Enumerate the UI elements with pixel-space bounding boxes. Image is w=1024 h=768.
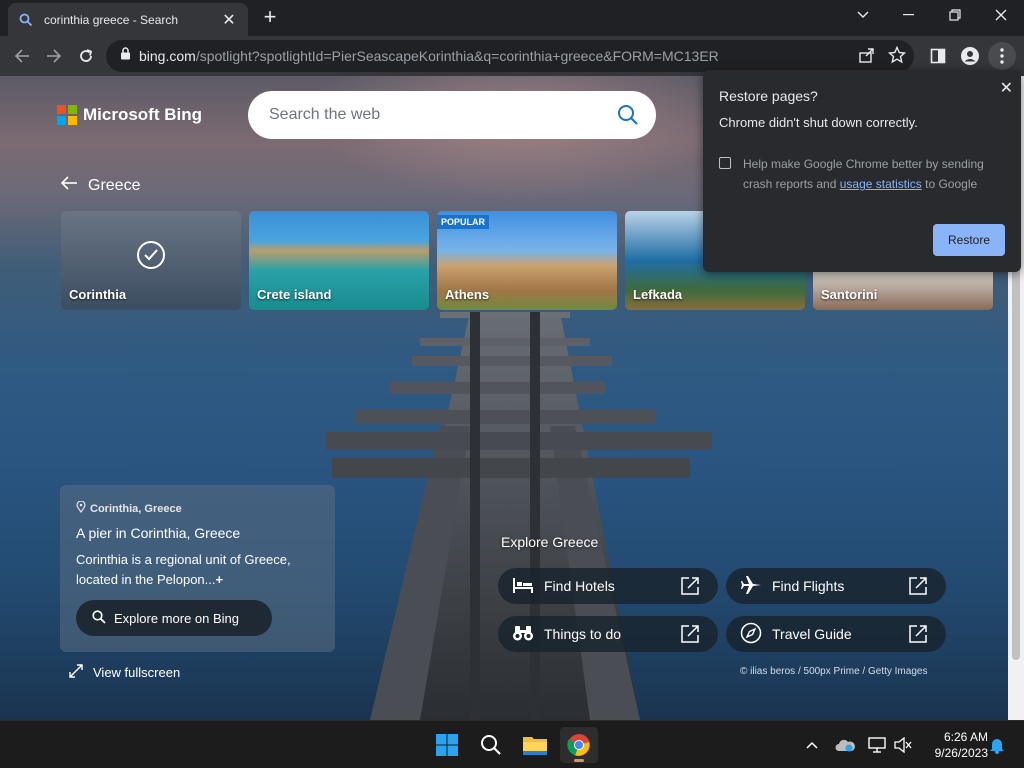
location-row: Corinthia, Greece: [76, 500, 319, 516]
clock[interactable]: 6:26 AM 9/26/2023: [918, 729, 988, 761]
card-label: Santorini: [821, 287, 878, 302]
clock-date: 9/26/2023: [934, 746, 988, 760]
card-label: Lefkada: [633, 287, 683, 302]
network-icon[interactable]: [866, 733, 888, 757]
expand-plus-icon[interactable]: +: [216, 572, 224, 587]
popular-badge: POPULAR: [437, 215, 490, 229]
lock-icon[interactable]: [120, 47, 131, 65]
tab-strip: corinthia greece - Search ✕ +: [0, 0, 1024, 36]
airplane-icon: [740, 575, 762, 598]
clock-time: 6:26 AM: [943, 730, 988, 744]
image-credit: © ilias beros / 500px Prime / Getty Imag…: [740, 666, 928, 677]
forward-button[interactable]: [40, 42, 68, 70]
things-to-do-label: Things to do: [544, 626, 622, 642]
travel-guide-button[interactable]: Travel Guide: [726, 616, 946, 652]
explore-greece-title: Explore Greece: [501, 534, 599, 550]
file-explorer-icon[interactable]: [516, 727, 554, 763]
new-tab-button[interactable]: +: [258, 6, 282, 30]
back-label: Greece: [88, 176, 141, 194]
bookmark-star-icon[interactable]: [887, 45, 907, 69]
microsoft-logo-icon: [57, 105, 77, 125]
chrome-taskbar-icon[interactable]: [560, 727, 598, 763]
compass-icon: [740, 622, 762, 647]
start-button[interactable]: [428, 727, 466, 763]
card-label: Crete island: [257, 287, 332, 302]
expand-icon: [68, 663, 84, 682]
view-fullscreen-button[interactable]: View fullscreen: [68, 663, 180, 682]
info-description: Corinthia is a regional unit of Greece, …: [76, 552, 291, 587]
find-hotels-button[interactable]: Find Hotels: [498, 568, 718, 604]
crash-report-option: Help make Google Chrome better by sendin…: [719, 154, 1005, 194]
travel-guide-label: Travel Guide: [772, 626, 852, 642]
arrow-left-icon: [60, 176, 78, 195]
find-hotels-label: Find Hotels: [544, 578, 615, 594]
external-link-icon: [680, 576, 700, 596]
location-pin-icon: [76, 500, 86, 516]
bing-logo-text: Microsoft Bing: [83, 105, 202, 124]
bing-favicon-icon: [18, 12, 34, 28]
tab-title: corinthia greece - Search: [44, 12, 179, 27]
restore-pages-dialog: ✕ Restore pages? Chrome didn't shut down…: [703, 70, 1021, 272]
close-window-button[interactable]: [978, 0, 1024, 30]
card-crete-island[interactable]: Crete island: [249, 211, 429, 310]
image-info-panel: Corinthia, Greece A pier in Corinthia, G…: [60, 485, 335, 652]
restore-window-button[interactable]: [932, 0, 978, 30]
usage-statistics-link[interactable]: usage statistics: [840, 177, 922, 191]
tab-close-icon[interactable]: ✕: [220, 10, 238, 30]
address-bar[interactable]: bing.com/spotlight?spotlightId=PierSeasc…: [106, 40, 914, 72]
info-heading: A pier in Corinthia, Greece: [76, 525, 241, 541]
card-corinthia[interactable]: Corinthia: [61, 211, 241, 310]
binoculars-icon: [512, 624, 534, 645]
dialog-title: Restore pages?: [719, 88, 818, 104]
close-icon[interactable]: ✕: [1000, 78, 1013, 98]
back-to-greece-link[interactable]: Greece: [60, 176, 140, 195]
view-fullscreen-label: View fullscreen: [93, 665, 181, 680]
bing-logo[interactable]: Microsoft Bing: [57, 105, 202, 125]
search-icon[interactable]: [617, 104, 639, 126]
restore-button[interactable]: Restore: [933, 224, 1005, 256]
external-link-icon: [680, 624, 700, 644]
location-text: Corinthia, Greece: [90, 502, 182, 515]
find-flights-label: Find Flights: [772, 578, 845, 594]
crash-report-checkbox[interactable]: [719, 157, 731, 169]
windows-taskbar: 6:26 AM 9/26/2023: [0, 720, 1024, 768]
chrome-menu-icon[interactable]: [988, 42, 1016, 70]
show-hidden-icons-chevron-icon[interactable]: [804, 733, 820, 757]
url-text: bing.com/spotlight?spotlightId=PierSeasc…: [139, 48, 719, 64]
card-label: Corinthia: [69, 287, 127, 302]
side-panel-icon[interactable]: [924, 42, 952, 70]
taskbar-search-icon[interactable]: [472, 727, 510, 763]
reload-button[interactable]: [72, 42, 100, 70]
search-input[interactable]: Search the web: [269, 106, 617, 124]
checkbox-label: Help make Google Chrome better by sendin…: [743, 157, 984, 191]
search-icon: [92, 609, 106, 627]
windows-logo-icon: [436, 734, 458, 756]
external-link-icon: [908, 576, 928, 596]
explore-more-label: Explore more on Bing: [114, 610, 240, 626]
profile-icon[interactable]: [956, 42, 984, 70]
onedrive-icon[interactable]: [834, 733, 856, 757]
things-to-do-button[interactable]: Things to do: [498, 616, 718, 652]
card-label: Athens: [445, 287, 490, 302]
external-link-icon: [908, 624, 928, 644]
notification-bell-icon[interactable]: [988, 733, 1006, 757]
card-athens[interactable]: POPULAR Athens: [437, 211, 617, 310]
check-circle-icon: [137, 241, 165, 269]
dialog-message: Chrome didn't shut down correctly.: [719, 115, 918, 130]
minimize-button[interactable]: [886, 0, 932, 30]
bed-icon: [512, 576, 534, 597]
back-button[interactable]: [8, 42, 36, 70]
tab-active[interactable]: corinthia greece - Search ✕: [8, 3, 248, 36]
explore-more-button[interactable]: Explore more on Bing: [76, 600, 272, 636]
volume-muted-icon[interactable]: [892, 733, 914, 757]
tab-search-icon[interactable]: [840, 0, 886, 30]
search-box[interactable]: Search the web: [248, 91, 656, 139]
find-flights-button[interactable]: Find Flights: [726, 568, 946, 604]
share-icon[interactable]: [858, 46, 876, 69]
